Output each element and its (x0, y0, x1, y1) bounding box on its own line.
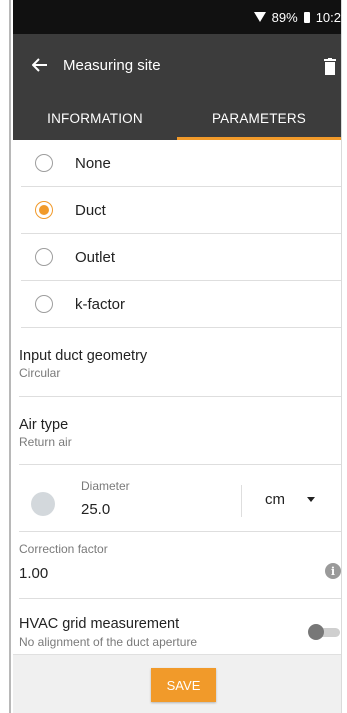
radio-button[interactable] (35, 295, 53, 313)
left-frame-edge (0, 0, 11, 713)
radio-option-none[interactable]: None (21, 140, 341, 187)
correction-factor-input[interactable]: 1.00 (19, 565, 48, 582)
hvac-title: HVAC grid measurement (19, 616, 180, 632)
page-title: Measuring site (63, 56, 161, 74)
info-icon[interactable]: i (325, 563, 341, 579)
battery-percent: 89% (271, 9, 298, 25)
right-frame-edge (341, 0, 347, 713)
radio-label: Duct (75, 201, 106, 219)
duct-geometry-label: Input duct geometry (19, 348, 148, 364)
app-bar: Measuring site (13, 34, 341, 96)
save-bar: SAVE (13, 654, 341, 713)
delete-trash-icon[interactable] (319, 54, 341, 78)
save-button[interactable]: SAVE (151, 668, 216, 702)
air-type-value: Return air (19, 435, 72, 449)
chevron-down-icon (307, 497, 315, 502)
hvac-subtitle: No alignment of the duct aperture (19, 635, 198, 649)
diameter-value[interactable]: 25.0 (81, 501, 130, 518)
back-arrow-icon[interactable] (25, 50, 55, 80)
status-time: 10:2 (315, 9, 341, 25)
parameters-content: None Duct Outlet k-factor Input duct geo… (13, 140, 341, 666)
air-type-field[interactable]: Air type Return air (19, 397, 341, 465)
duct-shape-circle-icon (31, 492, 55, 516)
air-type-label: Air type (19, 417, 69, 433)
radio-button-selected[interactable] (35, 201, 53, 219)
tab-information[interactable]: INFORMATION (13, 96, 177, 140)
correction-factor-row: Correction factor 1.00 i (19, 532, 341, 599)
correction-factor-label: Correction factor (19, 542, 108, 556)
hvac-toggle[interactable] (308, 624, 341, 640)
unit-dropdown[interactable]: cm (265, 491, 315, 508)
radio-button[interactable] (35, 248, 53, 266)
radio-option-duct[interactable]: Duct (21, 187, 341, 234)
radio-option-outlet[interactable]: Outlet (21, 234, 341, 281)
diameter-input[interactable]: Diameter 25.0 (81, 479, 130, 518)
radio-label: k-factor (75, 295, 126, 313)
tab-bar: INFORMATION PARAMETERS (13, 96, 341, 140)
radio-label: None (75, 154, 111, 172)
status-bar: 89% 10:2 (13, 0, 341, 34)
tab-parameters[interactable]: PARAMETERS (177, 96, 341, 140)
divider (241, 485, 242, 517)
radio-button[interactable] (35, 154, 53, 172)
radio-option-k-factor[interactable]: k-factor (21, 281, 341, 328)
battery-icon (303, 11, 310, 23)
duct-geometry-value: Circular (19, 366, 61, 380)
device-screen: 89% 10:2 Measuring site INFORMATION PARA… (13, 0, 341, 713)
unit-value: cm (265, 491, 285, 508)
diameter-row: Diameter 25.0 cm (19, 465, 341, 532)
diameter-label: Diameter (81, 478, 130, 493)
wifi-icon (253, 12, 266, 22)
duct-geometry-field[interactable]: Input duct geometry Circular (19, 328, 341, 397)
radio-label: Outlet (75, 248, 116, 266)
